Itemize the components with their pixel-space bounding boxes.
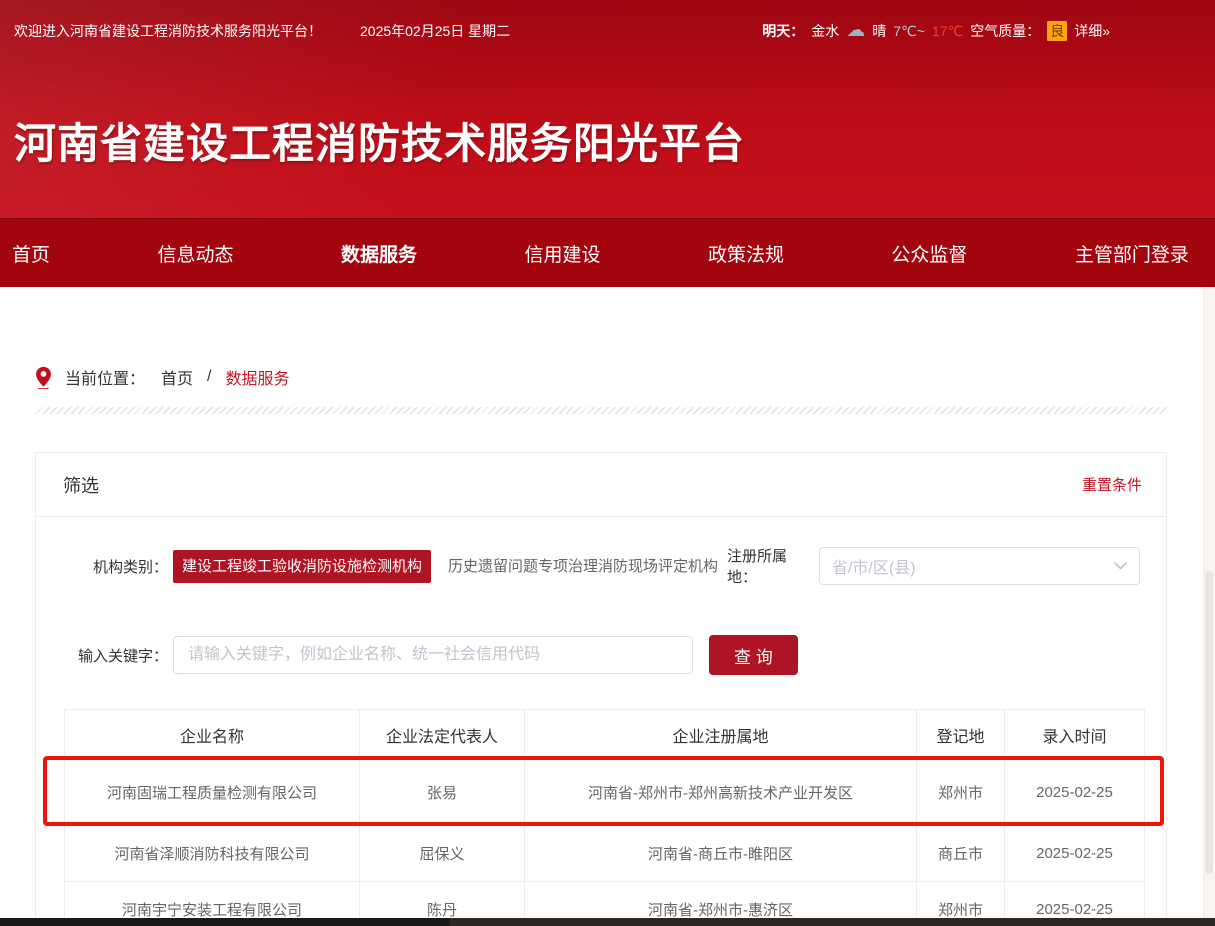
table-cell: 2025-02-25 [1005, 826, 1145, 882]
masthead: 欢迎进入河南省建设工程消防技术服务阳光平台！ 2025年02月25日 星期二 明… [0, 0, 1215, 218]
nav-item-credit[interactable]: 信用建设 [524, 240, 600, 267]
nav-item-policy[interactable]: 政策法规 [708, 240, 784, 267]
air-quality-badge: 良 [1047, 21, 1067, 41]
column-header: 登记地 [917, 710, 1005, 760]
filter-body: 机构类别： 建设工程竣工验收消防设施检测机构历史遗留问题专项治理消防现场评定机构… [36, 517, 1166, 709]
air-quality-label: 空气质量： [970, 21, 1040, 41]
top-bar: 欢迎进入河南省建设工程消防技术服务阳光平台！ 2025年02月25日 星期二 明… [0, 0, 1215, 62]
column-header: 企业法定代表人 [360, 710, 525, 760]
cloud-icon: ☁ [846, 21, 865, 40]
region-filter-group: 注册所属地： 省/市/区(县) [727, 545, 1140, 587]
site-banner: 河南省建设工程消防技术服务阳光平台 [0, 62, 1215, 218]
table-cell: 河南固瑞工程质量检测有限公司 [65, 760, 360, 826]
breadcrumb-label: 当前位置： [65, 365, 145, 389]
table-row[interactable]: 河南省泽顺消防科技有限公司屈保义河南省-商丘市-睢阳区商丘市2025-02-25 [65, 826, 1145, 882]
region-label: 注册所属地： [727, 545, 813, 587]
category-option-0[interactable]: 建设工程竣工验收消防设施检测机构 [173, 550, 431, 583]
scrollbar-track[interactable] [1203, 287, 1215, 918]
scrollbar-thumb[interactable] [1205, 571, 1213, 874]
temp-low: 7℃~ [893, 23, 925, 40]
column-header: 企业注册属地 [525, 710, 917, 760]
table-cell: 河南省-郑州市-郑州高新技术产业开发区 [525, 760, 917, 826]
table-header-row: 企业名称企业法定代表人企业注册属地登记地录入时间 [65, 710, 1145, 760]
keyword-filter-row: 输入关键字： 查 询 [36, 635, 1140, 675]
filter-panel: 筛选 重置条件 机构类别： 建设工程竣工验收消防设施检测机构历史遗留问题专项治理… [35, 452, 1167, 926]
weather-district: 金水 [811, 21, 839, 41]
column-header: 录入时间 [1005, 710, 1145, 760]
column-header: 企业名称 [65, 710, 360, 760]
breadcrumb-separator: / [207, 368, 211, 386]
region-select[interactable]: 省/市/区(县) [819, 547, 1140, 585]
breadcrumb: 当前位置： 首页 / 数据服务 [35, 365, 1215, 389]
table-cell: 河南省泽顺消防科技有限公司 [65, 826, 360, 882]
temp-high: 17℃ [932, 23, 963, 40]
table-cell: 2025-02-25 [1005, 760, 1145, 826]
keyword-label: 输入关键字： [36, 645, 168, 666]
welcome-text: 欢迎进入河南省建设工程消防技术服务阳光平台！ [14, 21, 322, 41]
slash-divider [35, 407, 1167, 414]
category-options: 建设工程竣工验收消防设施检测机构历史遗留问题专项治理消防现场评定机构 [173, 550, 727, 583]
filter-panel-header: 筛选 重置条件 [36, 453, 1166, 517]
region-select-placeholder: 省/市/区(县) [832, 554, 916, 578]
table-cell: 郑州市 [917, 760, 1005, 826]
nav-item-home[interactable]: 首页 [12, 240, 50, 267]
weather-widget: 明天： 金水 ☁ 晴 7℃~ 17℃ 空气质量： 良 详细» [762, 21, 1110, 41]
chevron-down-icon [1114, 562, 1127, 570]
table-row[interactable]: 河南固瑞工程质量检测有限公司张易河南省-郑州市-郑州高新技术产业开发区郑州市20… [65, 760, 1145, 826]
keyword-input[interactable] [173, 636, 693, 674]
bottom-edge-bar [0, 918, 1215, 926]
main-nav: 首页 信息动态 数据服务 信用建设 政策法规 公众监督 主管部门登录 [0, 218, 1215, 287]
filter-title: 筛选 [63, 472, 99, 498]
table-cell: 屈保义 [360, 826, 525, 882]
nav-item-supervision[interactable]: 公众监督 [891, 240, 967, 267]
table-cell: 张易 [360, 760, 525, 826]
breadcrumb-current[interactable]: 数据服务 [225, 365, 289, 389]
page-title: 河南省建设工程消防技术服务阳光平台 [14, 110, 745, 171]
results-table: 企业名称企业法定代表人企业注册属地登记地录入时间 河南固瑞工程质量检测有限公司张… [64, 709, 1145, 926]
nav-item-admin-login[interactable]: 主管部门登录 [1075, 240, 1189, 267]
breadcrumb-home[interactable]: 首页 [161, 365, 193, 389]
search-button[interactable]: 查 询 [709, 635, 798, 675]
nav-item-news[interactable]: 信息动态 [157, 240, 233, 267]
date-text: 2025年02月25日 星期二 [360, 21, 510, 41]
location-pin-icon [35, 366, 52, 389]
category-label: 机构类别： [36, 556, 168, 577]
table-body: 河南固瑞工程质量检测有限公司张易河南省-郑州市-郑州高新技术产业开发区郑州市20… [65, 760, 1145, 926]
category-option-1[interactable]: 历史遗留问题专项治理消防现场评定机构 [439, 550, 727, 583]
nav-item-data-service[interactable]: 数据服务 [341, 240, 417, 267]
weather-condition: 晴 [872, 21, 886, 41]
reset-filters-link[interactable]: 重置条件 [1082, 474, 1142, 495]
weather-detail-link[interactable]: 详细» [1074, 21, 1110, 41]
table-cell: 河南省-商丘市-睢阳区 [525, 826, 917, 882]
weather-tomorrow-label: 明天： [762, 21, 804, 41]
category-filter-row: 机构类别： 建设工程竣工验收消防设施检测机构历史遗留问题专项治理消防现场评定机构… [36, 545, 1140, 587]
table-cell: 商丘市 [917, 826, 1005, 882]
results-table-wrap: 企业名称企业法定代表人企业注册属地登记地录入时间 河南固瑞工程质量检测有限公司张… [64, 709, 1144, 926]
